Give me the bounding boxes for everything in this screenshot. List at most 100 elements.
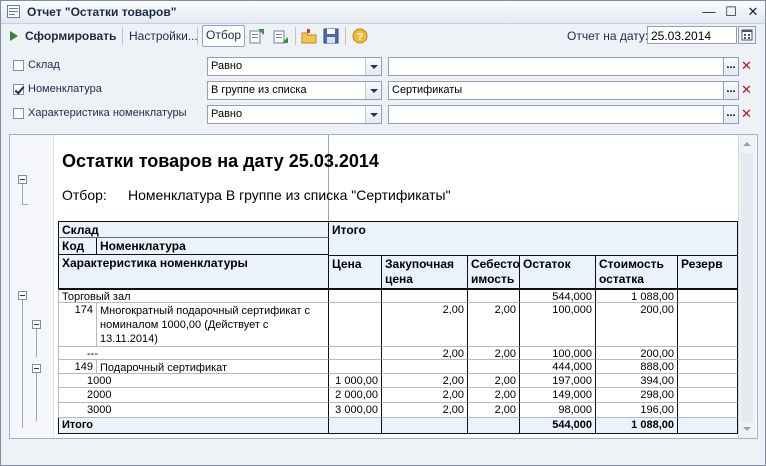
clear-icon[interactable]: ✕ <box>739 81 754 100</box>
table-row-rezerv <box>678 388 738 403</box>
table-row-rezerv <box>678 403 738 418</box>
chevron-down-icon[interactable] <box>365 58 381 75</box>
filter-harakteristika-checkbox[interactable] <box>13 108 24 119</box>
calendar-icon[interactable] <box>738 26 756 44</box>
close-button[interactable]: ✕ <box>743 3 763 21</box>
table-row-sebest <box>468 289 520 303</box>
table-row-zakup: 2,00 <box>382 374 468 388</box>
toolbar-separator <box>295 27 296 45</box>
filter-nomenklatura-comparison[interactable]: В группе из списка <box>207 81 382 100</box>
total-row-zakup <box>382 418 468 434</box>
header-cena: Цена <box>329 255 382 289</box>
total-row-rezerv <box>678 418 738 434</box>
report-spreadsheet[interactable]: Остатки товаров на дату 25.03.2014 Отбор… <box>9 134 758 439</box>
table-row-ostatok: 149,000 <box>520 388 596 403</box>
comparison-value: В группе из списка <box>211 84 307 96</box>
table-row-stoimost: 200,00 <box>596 347 678 360</box>
report-date-input[interactable]: 25.03.2014 <box>647 26 737 44</box>
group-line <box>22 184 23 204</box>
select-ellipsis-button[interactable]: ... <box>724 57 739 76</box>
chevron-down-icon[interactable] <box>365 106 381 123</box>
toolbar-separator <box>345 27 346 45</box>
report-app-icon <box>7 5 20 18</box>
table-row-rezerv <box>678 347 738 360</box>
filter-sklad-checkbox[interactable] <box>13 60 24 71</box>
table-row-sebest: 2,00 <box>468 403 520 418</box>
row-code: 174 <box>58 303 97 347</box>
toolbar-separator <box>197 27 198 45</box>
table-row-label: 1000 <box>58 374 329 388</box>
scroll-up-icon[interactable] <box>743 142 751 146</box>
clear-icon[interactable]: ✕ <box>739 57 754 76</box>
report-title: Остатки товаров на дату 25.03.2014 <box>62 151 379 171</box>
title-bar: Отчет "Остатки товаров" — ☐ ✕ <box>1 1 765 24</box>
total-row-ostatok: 544,000 <box>520 418 596 434</box>
filter-sklad-value[interactable] <box>388 57 724 76</box>
minimize-button[interactable]: — <box>699 3 719 21</box>
table-row-cena: 3 000,00 <box>329 403 382 418</box>
clear-icon[interactable]: ✕ <box>739 105 754 124</box>
table-row-ostatok: 444,000 <box>520 360 596 374</box>
row-code: 149 <box>58 360 97 374</box>
collapse-header-icon[interactable] <box>18 175 27 184</box>
table-row-sebest <box>468 360 520 374</box>
report-filter-text: Номенклатура В группе из списка "Сертифи… <box>128 187 451 203</box>
table-row-zakup: 2,00 <box>382 347 468 360</box>
collapse-group-icon[interactable] <box>18 291 27 300</box>
help-icon[interactable]: ? <box>352 28 368 44</box>
vertical-scrollbar[interactable] <box>738 135 756 438</box>
settings-button[interactable]: Настройки... <box>129 26 198 46</box>
select-ellipsis-button[interactable]: ... <box>724 81 739 100</box>
header-sklad: Склад <box>58 221 329 238</box>
row-label: Многократный подарочный сертификат с ном… <box>97 303 329 347</box>
collapse-group-icon[interactable] <box>32 364 41 373</box>
filter-nomenklatura-value[interactable]: Сертификаты <box>388 81 724 100</box>
header-nomenklatura: Номенклатура <box>97 238 329 255</box>
filter-toggle-button[interactable]: Отбор <box>202 25 246 47</box>
table-row-rezerv <box>678 360 738 374</box>
filter-nomenklatura-checkbox[interactable] <box>13 84 24 95</box>
select-ellipsis-button[interactable]: ... <box>724 105 739 124</box>
expand-groups-icon[interactable] <box>249 28 265 44</box>
total-row-sebest <box>468 418 520 434</box>
row-label: Подарочный сертификат <box>97 360 329 374</box>
collapse-group-icon[interactable] <box>32 320 41 329</box>
save-icon[interactable] <box>323 28 339 44</box>
table-row-ostatok: 197,000 <box>520 374 596 388</box>
table-row-cena <box>329 303 382 347</box>
table-row-sebest: 2,00 <box>468 303 520 347</box>
scroll-down-icon[interactable] <box>743 427 751 431</box>
generate-button[interactable]: Сформировать <box>25 26 116 46</box>
header-stoimost: Стоимость остатка <box>596 255 678 289</box>
maximize-button[interactable]: ☐ <box>721 3 741 21</box>
table-row-rezerv <box>678 374 738 388</box>
filter-harakteristika-comparison[interactable]: Равно <box>207 105 382 124</box>
total-row-label: Итого <box>58 418 329 434</box>
group-line <box>36 373 37 421</box>
window-title: Отчет "Остатки товаров" <box>27 5 177 19</box>
header-harakteristika: Характеристика номенклатуры <box>58 255 329 289</box>
comparison-value: Равно <box>211 108 243 120</box>
filter-sklad-comparison[interactable]: Равно <box>207 57 382 76</box>
header-itogo: Итого <box>329 221 738 255</box>
header-rezerv: Резерв <box>678 255 738 289</box>
scroll-thumb[interactable] <box>741 153 753 422</box>
comparison-value: Равно <box>211 60 243 72</box>
header-kod: Код <box>58 238 97 255</box>
table-row-rezerv <box>678 289 738 303</box>
header-zakup: Закупочная цена <box>382 255 468 289</box>
chevron-down-icon[interactable] <box>365 82 381 99</box>
group-line <box>36 329 37 357</box>
table-row-sebest: 2,00 <box>468 347 520 360</box>
report-filter-label: Отбор: <box>62 187 107 203</box>
open-folder-icon[interactable] <box>301 28 317 44</box>
filter-harakteristika-value[interactable] <box>388 105 724 124</box>
grouping-gutter <box>10 135 54 438</box>
collapse-groups-icon[interactable] <box>273 28 289 44</box>
play-icon <box>10 31 18 41</box>
report-filter-line: Отбор: Номенклатура В группе из списка "С… <box>62 187 451 203</box>
table-row-cena: 2 000,00 <box>329 388 382 403</box>
table-row-label: --- <box>58 347 329 360</box>
table-row-label: 3000 <box>58 403 329 418</box>
filter-harakteristika-label: Характеристика номенклатуры <box>28 107 187 119</box>
